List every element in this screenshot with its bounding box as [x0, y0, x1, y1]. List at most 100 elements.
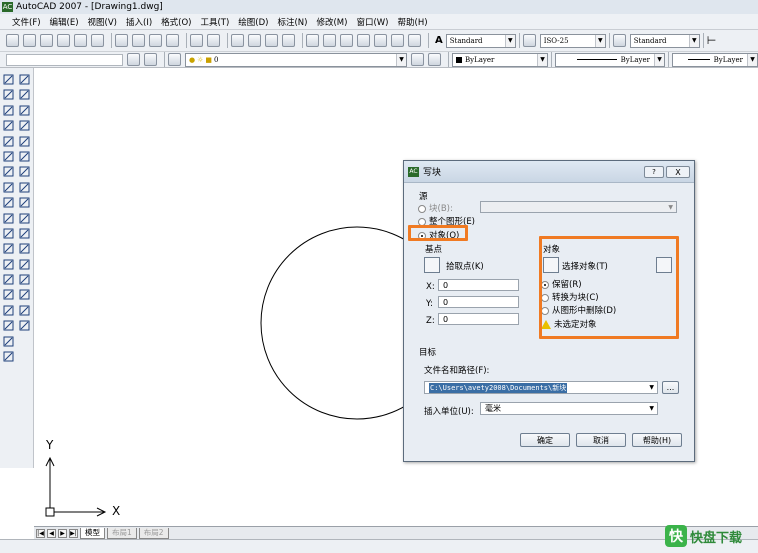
help-icon[interactable]: [408, 34, 421, 47]
open-icon[interactable]: [23, 34, 36, 47]
tab-model[interactable]: 模型: [80, 527, 105, 539]
polygon-tool-icon[interactable]: [3, 120, 14, 131]
ellipse-tool-icon[interactable]: [3, 213, 14, 224]
make-block-tool-icon[interactable]: [3, 259, 14, 270]
break-tool-icon[interactable]: [19, 259, 30, 270]
hatch-tool-icon[interactable]: [3, 289, 14, 300]
layer-previous-icon[interactable]: [428, 53, 441, 66]
pick-point-icon[interactable]: [424, 257, 440, 273]
menu-item[interactable]: 帮助(H): [398, 16, 428, 28]
dimension-icon[interactable]: ⊢: [707, 34, 717, 47]
paste-icon[interactable]: [149, 34, 162, 47]
explode-tool-icon[interactable]: [19, 320, 30, 331]
tab-layout1[interactable]: 布局1: [107, 527, 137, 539]
insert-units-dropdown[interactable]: 毫米 ▼: [480, 402, 658, 415]
dim-style-icon[interactable]: [522, 34, 536, 47]
rotate-tool-icon[interactable]: [19, 166, 30, 177]
linetype-dropdown[interactable]: ByLayer ▼: [555, 52, 665, 67]
offset-tool-icon[interactable]: [19, 120, 30, 131]
trim-tool-icon[interactable]: [19, 213, 30, 224]
stretch-tool-icon[interactable]: [19, 197, 30, 208]
text-style-dropdown[interactable]: Standard ▼: [445, 33, 516, 48]
menu-item[interactable]: 标注(N): [277, 16, 307, 28]
table-style-icon[interactable]: [612, 34, 626, 47]
save-icon[interactable]: [40, 34, 53, 47]
zoom-previous-icon[interactable]: [282, 34, 295, 47]
zoom-window-icon[interactable]: [265, 34, 278, 47]
design-center-icon[interactable]: [323, 34, 336, 47]
y-coord-input[interactable]: 0: [438, 296, 519, 308]
browse-button[interactable]: ...: [662, 381, 679, 394]
markup-icon[interactable]: [374, 34, 387, 47]
text-style-icon[interactable]: A: [435, 35, 443, 46]
menu-item[interactable]: 修改(M): [316, 16, 347, 28]
prev-tab-nav-icon[interactable]: ◀: [47, 528, 56, 538]
menu-item[interactable]: 文件(F): [12, 16, 41, 28]
point-tool-icon[interactable]: [3, 274, 14, 285]
make-current-layer-icon[interactable]: [411, 53, 424, 66]
move-tool-icon[interactable]: [19, 151, 30, 162]
radio-block[interactable]: 块(B):: [418, 202, 453, 214]
menu-item[interactable]: 编辑(E): [50, 16, 79, 28]
help-question-button[interactable]: ?: [644, 166, 664, 178]
circle-tool-icon[interactable]: [3, 166, 14, 177]
polyline-tool-icon[interactable]: [3, 105, 14, 116]
workspace-dropdown[interactable]: [6, 53, 123, 66]
region-tool-icon[interactable]: [3, 320, 14, 331]
new-icon[interactable]: [6, 34, 19, 47]
publish-icon[interactable]: [91, 34, 104, 47]
layer-dropdown[interactable]: ● ☼ ■ 0 ▼: [185, 52, 407, 67]
calculator-icon[interactable]: [391, 34, 404, 47]
first-tab-nav-icon[interactable]: |◀: [36, 528, 45, 538]
break-at-point-tool-icon[interactable]: [19, 243, 30, 254]
z-coord-input[interactable]: 0: [438, 313, 519, 325]
scale-tool-icon[interactable]: [19, 182, 30, 193]
plot-icon[interactable]: [57, 34, 70, 47]
sheet-set-icon[interactable]: [357, 34, 370, 47]
pan-icon[interactable]: [231, 34, 244, 47]
menu-item[interactable]: 窗口(W): [356, 16, 388, 28]
last-tab-nav-icon[interactable]: ▶|: [69, 528, 78, 538]
x-coord-input[interactable]: 0: [438, 279, 519, 291]
plot-preview-icon[interactable]: [74, 34, 87, 47]
lineweight-dropdown[interactable]: ByLayer ▼: [672, 52, 758, 67]
layers-icon[interactable]: [168, 53, 181, 66]
fillet-tool-icon[interactable]: [19, 305, 30, 316]
join-tool-icon[interactable]: [19, 274, 30, 285]
erase-tool-icon[interactable]: [19, 74, 30, 85]
mirror-tool-icon[interactable]: [19, 105, 30, 116]
next-tab-nav-icon[interactable]: ▶: [58, 528, 67, 538]
filepath-combobox[interactable]: C:\Users\avety2008\Documents\新块 ▼: [424, 381, 658, 394]
undo-icon[interactable]: [190, 34, 203, 47]
gradient-tool-icon[interactable]: [3, 305, 14, 316]
match-properties-icon[interactable]: [166, 34, 179, 47]
construction-line-tool-icon[interactable]: [3, 89, 14, 100]
color-dropdown[interactable]: ByLayer ▼: [452, 52, 548, 67]
menu-item[interactable]: 视图(V): [88, 16, 117, 28]
cancel-button[interactable]: 取消: [576, 433, 626, 447]
tool-palettes-icon[interactable]: [340, 34, 353, 47]
help-button[interactable]: 帮助(H): [632, 433, 682, 447]
ellipse-arc-tool-icon[interactable]: [3, 228, 14, 239]
layer-manager-icon[interactable]: [127, 53, 140, 66]
line-tool-icon[interactable]: [3, 74, 14, 85]
ok-button[interactable]: 确定: [520, 433, 570, 447]
multiline-text-tool-icon[interactable]: [3, 351, 14, 362]
cut-icon[interactable]: [115, 34, 128, 47]
revision-cloud-tool-icon[interactable]: [3, 182, 14, 193]
zoom-realtime-icon[interactable]: [248, 34, 261, 47]
menu-item[interactable]: 工具(T): [200, 16, 229, 28]
insert-block-tool-icon[interactable]: [3, 243, 14, 254]
close-button[interactable]: X: [666, 166, 690, 178]
properties-icon[interactable]: [306, 34, 319, 47]
chamfer-tool-icon[interactable]: [19, 289, 30, 300]
table-tool-icon[interactable]: [3, 336, 14, 347]
block-name-dropdown[interactable]: ▼: [480, 201, 677, 213]
copy-tool-icon[interactable]: [19, 89, 30, 100]
arc-tool-icon[interactable]: [3, 151, 14, 162]
extend-tool-icon[interactable]: [19, 228, 30, 239]
menu-item[interactable]: 绘图(D): [238, 16, 268, 28]
layer-state-icon[interactable]: [144, 53, 157, 66]
tab-layout2[interactable]: 布局2: [138, 527, 169, 539]
menu-item[interactable]: 格式(O): [161, 16, 191, 28]
